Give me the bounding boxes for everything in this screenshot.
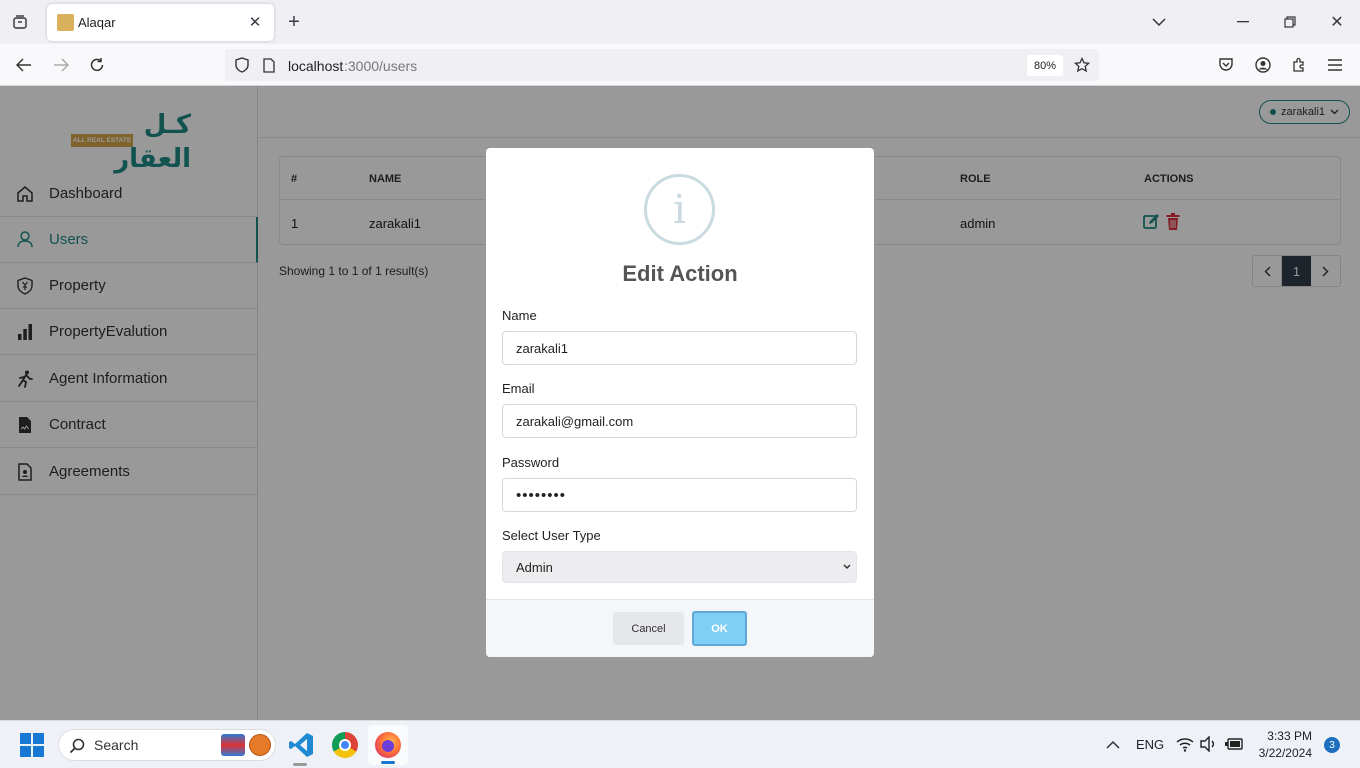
search-placeholder: Search: [94, 737, 139, 753]
minimize-icon[interactable]: [1232, 11, 1254, 33]
password-input[interactable]: ••••••••: [502, 478, 857, 512]
modal-title: Edit Action: [622, 261, 738, 286]
reload-icon[interactable]: [86, 54, 108, 76]
name-input[interactable]: zarakali1: [502, 331, 857, 365]
cancel-button[interactable]: Cancel: [613, 612, 684, 645]
bookmark-star-icon[interactable]: [1071, 54, 1093, 76]
search-icon: [69, 738, 85, 754]
basketball-icon: [249, 734, 271, 756]
firefox-taskbar-button[interactable]: [368, 725, 408, 765]
forward-icon[interactable]: [50, 54, 72, 76]
page-icon[interactable]: [258, 54, 280, 76]
notification-badge[interactable]: 3: [1324, 737, 1340, 753]
vscode-icon[interactable]: [288, 732, 314, 758]
firefox-globe: [382, 740, 394, 752]
windows-taskbar: Search ENG 3:33 PM 3/22/2024 3: [0, 720, 1360, 768]
user-type-select[interactable]: Admin: [502, 551, 857, 583]
tab-close-icon[interactable]: ✕: [245, 12, 265, 32]
active-app-indicator: [381, 761, 395, 764]
back-icon[interactable]: [13, 54, 35, 76]
name-label: Name: [502, 308, 537, 323]
clock-time[interactable]: 3:33 PM: [1258, 729, 1312, 743]
widgets-icon: [221, 734, 245, 756]
chrome-icon[interactable]: [332, 732, 358, 758]
favicon-icon: [57, 14, 74, 31]
info-icon: i: [644, 174, 715, 245]
open-app-indicator: [293, 763, 307, 766]
show-hidden-icons-chevron-up-icon[interactable]: [1103, 734, 1123, 754]
volume-icon[interactable]: [1200, 735, 1218, 753]
menu-icon[interactable]: [1324, 54, 1346, 76]
chevron-down-icon: [843, 564, 851, 570]
user-type-selected-value: Admin: [516, 559, 553, 575]
password-label: Password: [502, 455, 560, 470]
account-icon[interactable]: [1252, 54, 1274, 76]
url-host: localhost: [288, 58, 344, 74]
browser-tab-bar: Alaqar ✕ + ✕: [0, 0, 1360, 44]
pocket-icon[interactable]: [1215, 54, 1237, 76]
zoom-level-badge[interactable]: 80%: [1027, 55, 1063, 76]
user-type-label: Select User Type: [502, 528, 601, 543]
shield-icon[interactable]: [231, 54, 253, 76]
edit-user-modal: i Edit Action Name zarakali1 Email zarak…: [486, 148, 874, 657]
url-path: :3000/users: [344, 58, 418, 74]
url-bar[interactable]: localhost :3000/users 80%: [225, 49, 1099, 81]
language-indicator[interactable]: ENG: [1136, 737, 1164, 752]
window-close-icon[interactable]: ✕: [1326, 11, 1348, 33]
extensions-icon[interactable]: [1288, 54, 1310, 76]
taskbar-search-box[interactable]: Search: [58, 729, 276, 761]
battery-icon[interactable]: [1225, 736, 1245, 752]
tab-list-icon[interactable]: [9, 11, 31, 33]
tab-title: Alaqar: [78, 15, 116, 30]
maximize-icon[interactable]: [1279, 11, 1301, 33]
new-tab-plus-icon[interactable]: +: [283, 11, 305, 33]
modal-footer: Cancel OK: [486, 599, 874, 657]
firefox-icon: [375, 732, 401, 758]
ok-button[interactable]: OK: [692, 611, 747, 646]
clock-date[interactable]: 3/22/2024: [1250, 746, 1312, 760]
email-label: Email: [502, 381, 535, 396]
list-all-tabs-chevron-down-icon[interactable]: [1148, 11, 1170, 33]
chrome-center: [339, 739, 351, 751]
email-input[interactable]: zarakali@gmail.com: [502, 404, 857, 438]
wifi-icon[interactable]: [1176, 736, 1194, 752]
windows-start-icon[interactable]: [20, 733, 44, 757]
browser-tab[interactable]: Alaqar ✕: [47, 4, 274, 41]
